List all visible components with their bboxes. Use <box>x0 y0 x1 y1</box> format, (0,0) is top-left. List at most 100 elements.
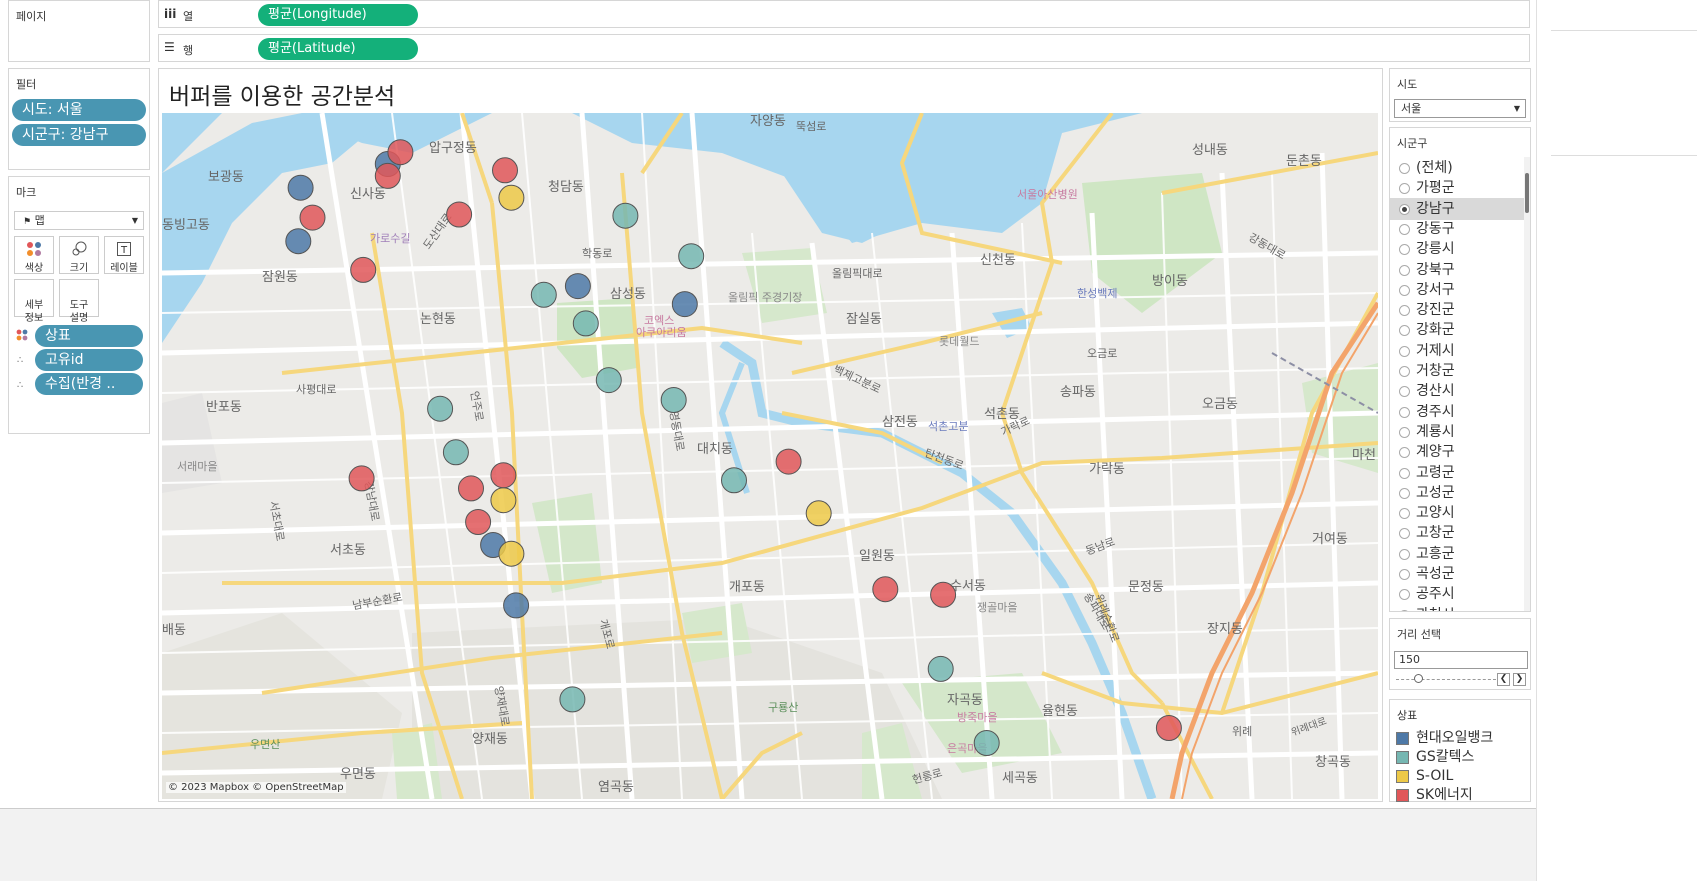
color-button[interactable]: 색상 <box>14 236 54 274</box>
sigungu-option[interactable]: 계양구 <box>1390 441 1524 463</box>
columns-pill-longitude[interactable]: 평균(Longitude) <box>258 4 418 26</box>
right-edge-panel <box>1536 0 1697 881</box>
map-area[interactable]: 압구정동 신사동 청담동 자양동 뚝섬로 성내동 둔촌동 보광동 동빙고동 잠원… <box>162 113 1378 799</box>
distance-input[interactable]: 150 <box>1394 651 1528 669</box>
gas-station-marker[interactable] <box>559 686 586 713</box>
sigungu-option[interactable]: 고양시 <box>1390 502 1524 524</box>
filter-pill-sido[interactable]: 시도: 서울 <box>12 99 146 121</box>
gas-station-marker[interactable] <box>530 281 557 308</box>
gas-station-marker[interactable] <box>678 243 705 270</box>
gas-station-marker[interactable] <box>572 310 599 337</box>
sigungu-option[interactable]: 경산시 <box>1390 380 1524 402</box>
sigungu-option-label: 가평군 <box>1416 180 1455 197</box>
gas-station-marker[interactable] <box>465 509 492 535</box>
sigungu-option[interactable]: (전체) <box>1390 157 1524 179</box>
rows-pill-latitude[interactable]: 평균(Latitude) <box>258 38 418 60</box>
sigungu-option[interactable]: 강진군 <box>1390 299 1524 321</box>
legend-item[interactable]: SK에너지 <box>1396 785 1473 805</box>
gas-station-marker[interactable] <box>930 581 957 608</box>
gas-station-marker[interactable] <box>503 592 530 619</box>
gas-station-marker[interactable] <box>805 500 832 527</box>
gas-station-marker[interactable] <box>427 395 454 422</box>
radio-button-icon <box>1399 325 1410 337</box>
gas-station-marker[interactable] <box>564 273 591 300</box>
sigungu-option[interactable]: 거제시 <box>1390 340 1524 362</box>
sigungu-option[interactable]: 강서구 <box>1390 279 1524 301</box>
scrollbar-thumb[interactable] <box>1525 173 1529 213</box>
rows-shelf: ☰ 행 평균(Latitude) <box>158 34 1530 62</box>
distance-slider-track[interactable] <box>1396 679 1496 680</box>
radio-button-icon <box>1399 366 1410 377</box>
gas-station-marker[interactable] <box>595 367 622 394</box>
sigungu-option-label: 강동구 <box>1416 220 1455 237</box>
sigungu-option[interactable]: 고흥군 <box>1390 543 1524 565</box>
gas-station-marker[interactable] <box>287 174 314 201</box>
sigungu-option[interactable]: 계룡시 <box>1390 421 1524 443</box>
sigungu-option-label: 강남구 <box>1416 200 1455 217</box>
mark-type-select[interactable]: ⚑ 맵 ▼ <box>14 211 144 230</box>
sigungu-option[interactable]: 고성군 <box>1390 482 1524 504</box>
tooltip-button[interactable]: 도구 설명 <box>59 279 99 324</box>
gas-station-marker[interactable] <box>671 291 698 318</box>
gas-station-marker[interactable] <box>612 202 639 229</box>
label-button-label: 레이블 <box>110 263 138 274</box>
gas-station-marker[interactable] <box>285 228 312 255</box>
sigungu-option-label: 강북구 <box>1416 261 1455 278</box>
sido-dropdown[interactable]: 서울 ▼ <box>1394 99 1526 118</box>
gas-station-marker[interactable] <box>387 139 414 166</box>
filter-pill-sigungu[interactable]: 시군구: 강남구 <box>12 124 146 146</box>
gas-station-marker[interactable] <box>775 448 802 475</box>
sigungu-option[interactable]: 거창군 <box>1390 360 1524 382</box>
sigungu-option[interactable]: 강남구 <box>1390 197 1524 220</box>
distance-slider-thumb[interactable] <box>1414 674 1423 683</box>
gas-station-marker[interactable] <box>490 462 517 489</box>
gas-station-marker[interactable] <box>498 184 525 211</box>
gas-station-marker[interactable] <box>299 204 326 231</box>
chevron-right-icon[interactable]: ❯ <box>1513 673 1526 686</box>
gas-station-marker[interactable] <box>458 475 484 502</box>
legend-item-label: 현대오일뱅크 <box>1416 730 1494 746</box>
marks-field-brand[interactable]: 상표 <box>35 325 143 347</box>
gas-station-marker[interactable] <box>490 487 517 514</box>
detail-button[interactable]: 세부 정보 <box>14 279 54 324</box>
sigungu-option[interactable]: 공주시 <box>1390 583 1524 605</box>
size-button[interactable]: 크기 <box>59 236 99 274</box>
label-button[interactable]: T 레이블 <box>104 236 144 274</box>
legend-item[interactable]: 현대오일뱅크 <box>1396 728 1493 748</box>
gas-station-marker[interactable] <box>446 201 473 228</box>
gas-station-marker[interactable] <box>492 157 518 184</box>
sigungu-option[interactable]: 고령군 <box>1390 462 1524 484</box>
sigungu-option[interactable]: 강릉시 <box>1390 238 1524 260</box>
gas-station-marker[interactable] <box>348 465 375 492</box>
gas-station-marker[interactable] <box>350 256 377 283</box>
gas-station-marker[interactable] <box>872 576 899 603</box>
marks-field-id[interactable]: 고유id <box>35 349 143 371</box>
radio-button-icon <box>1399 508 1410 520</box>
sigungu-option[interactable]: 곡성군 <box>1390 563 1524 585</box>
gas-station-marker[interactable] <box>498 540 525 567</box>
gas-station-marker[interactable] <box>973 730 1000 756</box>
gas-station-marker[interactable] <box>442 439 469 466</box>
gas-station-marker[interactable] <box>1155 715 1182 741</box>
map-attribution[interactable]: © 2023 Mapbox © OpenStreetMap <box>166 782 346 793</box>
legend-swatch <box>1396 789 1409 802</box>
sigungu-option[interactable]: 강동구 <box>1390 218 1524 240</box>
sigungu-option[interactable]: 경주시 <box>1390 401 1524 423</box>
sigungu-option[interactable]: 강북구 <box>1390 259 1524 281</box>
chevron-left-icon[interactable]: ❮ <box>1497 673 1510 686</box>
marks-field-radius[interactable]: 수집(반경 .. <box>35 373 143 395</box>
radio-button-icon <box>1399 284 1410 296</box>
sigungu-option-label: 강서구 <box>1416 281 1455 298</box>
sigungu-option[interactable]: 가평군 <box>1390 177 1524 199</box>
gas-station-marker[interactable] <box>660 387 687 413</box>
sigungu-option[interactable]: 과천시 <box>1390 604 1524 611</box>
gas-station-marker[interactable] <box>927 655 954 682</box>
gas-station-marker[interactable] <box>721 467 747 494</box>
legend-item[interactable]: S-OIL <box>1396 766 1453 786</box>
legend-item[interactable]: GS칼텍스 <box>1396 747 1474 767</box>
scrollbar[interactable] <box>1524 157 1530 611</box>
gas-station-marker[interactable] <box>374 162 401 189</box>
sigungu-option[interactable]: 고창군 <box>1390 522 1524 544</box>
radio-button-icon <box>1399 305 1410 317</box>
sigungu-option[interactable]: 강화군 <box>1390 319 1524 341</box>
